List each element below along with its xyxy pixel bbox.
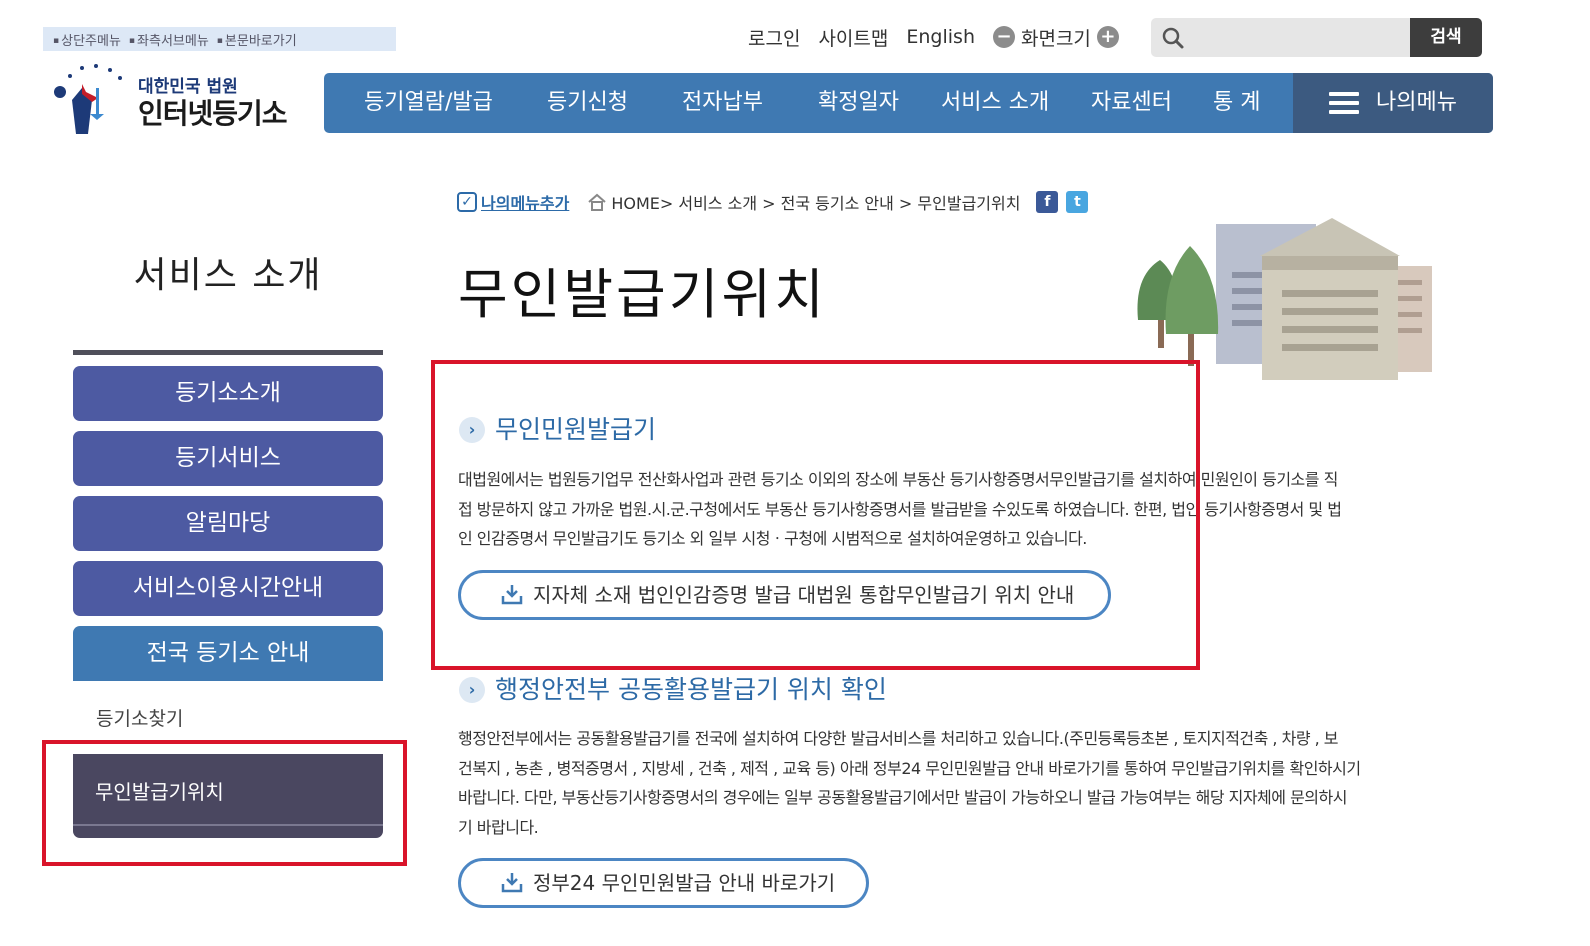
lnb-sub-item-find-registry[interactable]: 등기소찾기 (96, 704, 183, 731)
site-logo[interactable]: 대한민국 법원 인터넷등기소 (52, 62, 302, 137)
sitemap-link[interactable]: 사이트맵 (818, 24, 888, 51)
login-link[interactable]: 로그인 (748, 24, 800, 51)
lnb-divider (73, 350, 383, 355)
breadcrumb: ✓ 나의메뉴추가 HOME> 서비스 소개 > 전국 등기소 안내 > 무인발급… (457, 188, 1089, 216)
page-title: 무인발급기위치 (458, 263, 827, 326)
breadcrumb-path: HOME> 서비스 소개 > 전국 등기소 안내 > 무인발급기위치 (611, 194, 1021, 213)
lnb-item-nationwide-registry[interactable]: 전국 등기소 안내 (73, 626, 383, 681)
home-icon (588, 193, 606, 211)
search-button[interactable]: 검색 (1410, 18, 1482, 57)
gov24-kiosk-link-button[interactable]: 정부24 무인민원발급 안내 바로가기 (458, 858, 869, 908)
check-icon: ✓ (457, 192, 477, 212)
section-title-shared-kiosk-text: 행정안전부 공동활용발급기 위치 확인 (495, 675, 887, 704)
lnb-title: 서비스 소개 (133, 255, 323, 296)
screen-size-label: 화면크기 (1020, 27, 1091, 50)
building-illustration (1137, 218, 1432, 380)
paragraph-line: 행정안전부에서는 공동활용발급기를 전국에 설치하여 다양한 발급서비스를 처리… (458, 729, 1339, 748)
highlight-box-content (431, 360, 1200, 670)
gnb-item-statistics[interactable]: 통 계 (1213, 73, 1260, 133)
lnb-item-service-hours[interactable]: 서비스이용시간안내 (73, 561, 383, 616)
skip-link-content[interactable]: 본문바로가기 (217, 30, 297, 49)
twitter-icon[interactable]: t (1066, 191, 1089, 213)
gnb-item-registry-apply[interactable]: 등기신청 (547, 73, 628, 133)
gnb-item-data-center[interactable]: 자료센터 (1091, 73, 1172, 133)
section-title-shared-kiosk: › 행정안전부 공동활용발급기 위치 확인 (459, 670, 887, 706)
main-navigation: 등기열람/발급 등기신청 전자납부 확정일자 서비스 소개 자료센터 통 계 나… (324, 73, 1493, 133)
highlight-box-lnb (42, 740, 407, 866)
screen-size-control: − 화면크기 + (992, 24, 1119, 51)
add-my-menu-link[interactable]: 나의메뉴추가 (481, 190, 569, 214)
gnb-item-fixed-date[interactable]: 확정일자 (818, 73, 899, 133)
skip-links: 상단주메뉴 좌측서브메뉴 본문바로가기 (43, 27, 396, 51)
paragraph-line: 기 바랍니다. (458, 817, 539, 837)
skip-link-left-menu[interactable]: 좌측서브메뉴 (129, 30, 209, 49)
utility-links: 로그인 사이트맵 English − 화면크기 + (748, 22, 1119, 52)
gnb-item-registry-view[interactable]: 등기열람/발급 (364, 73, 493, 133)
search-icon (1162, 27, 1184, 49)
logo-title: 인터넷등기소 (138, 97, 288, 130)
skip-link-top-menu[interactable]: 상단주메뉴 (53, 30, 121, 49)
section-body-shared-kiosk: 행정안전부에서는 공동활용발급기를 전국에 설치하여 다양한 발급서비스를 처리… (458, 724, 1478, 842)
zoom-out-icon[interactable]: − (992, 26, 1015, 48)
lnb-item-registry-intro[interactable]: 등기소소개 (73, 366, 383, 421)
paragraph-line: 바랍니다. 다만, 부동산등기사항증명서의 경우에는 일부 공동활용발급기에서만… (458, 788, 1347, 807)
hamburger-icon (1329, 92, 1359, 114)
zoom-in-icon[interactable]: + (1096, 26, 1119, 48)
chevron-right-icon: › (459, 677, 485, 703)
lnb-item-notice[interactable]: 알림마당 (73, 496, 383, 551)
court-emblem-icon (54, 64, 122, 134)
download-icon (501, 873, 523, 893)
english-link[interactable]: English (906, 26, 975, 48)
button-label: 정부24 무인민원발급 안내 바로가기 (533, 871, 836, 895)
search-bar: 검색 (1151, 18, 1482, 57)
paragraph-line: 건복지 , 농촌 , 병적증명서 , 지방세 , 건축 , 제적 , 교육 등)… (458, 758, 1361, 778)
lnb-item-registry-service[interactable]: 등기서비스 (73, 431, 383, 486)
gnb-item-e-payment[interactable]: 전자납부 (682, 73, 763, 133)
my-menu-label: 나의메뉴 (1376, 90, 1457, 115)
gnb-item-service-intro[interactable]: 서비스 소개 (941, 73, 1049, 133)
my-menu-button[interactable]: 나의메뉴 (1293, 73, 1493, 133)
facebook-icon[interactable]: f (1036, 191, 1059, 213)
